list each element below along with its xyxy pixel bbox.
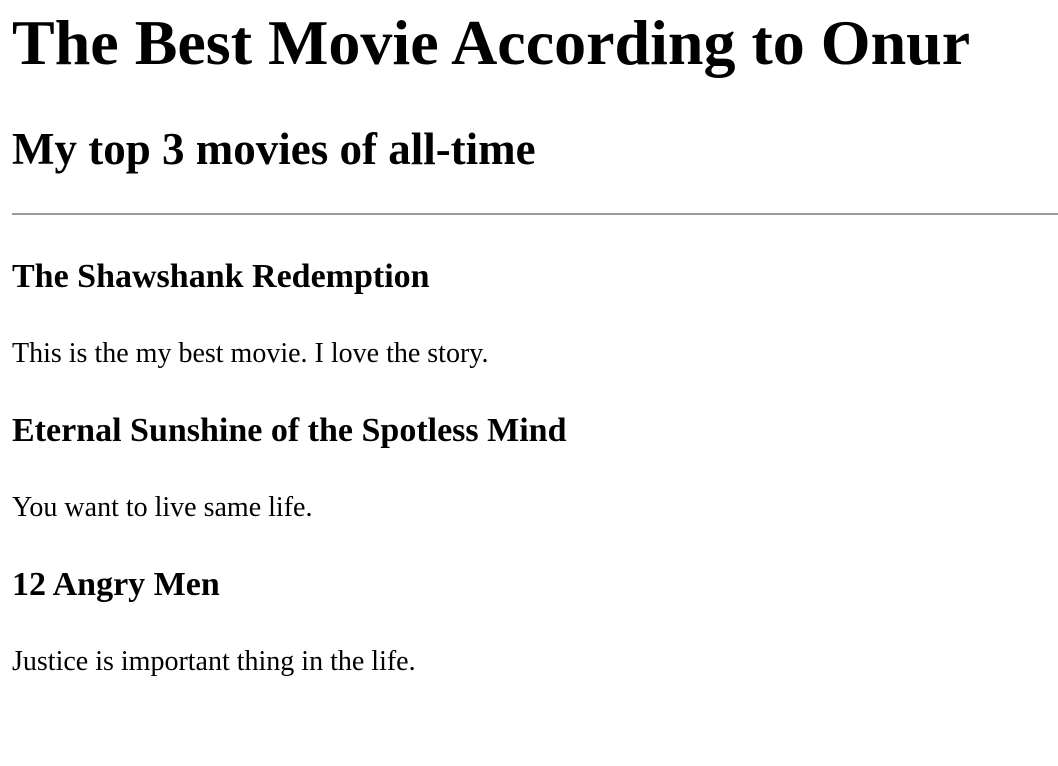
page-subtitle: My top 3 movies of all-time [12,124,536,174]
movie-description: Justice is important thing in the life. [12,646,416,677]
movie-title: Eternal Sunshine of the Spotless Mind [12,412,567,449]
movie-list: The Shawshank Redemption This is the my … [12,215,1058,679]
page-title: The Best Movie According to Onur [12,7,971,78]
movie-description: This is the my best movie. I love the st… [12,338,489,369]
movie-item: The Shawshank Redemption This is the my … [12,215,1058,371]
page: The Best Movie According to Onur My top … [0,0,1058,766]
movie-title: 12 Angry Men [12,566,220,603]
movie-description: You want to live same life. [12,492,313,523]
movie-item: Eternal Sunshine of the Spotless Mind Yo… [12,371,1058,525]
movie-item: 12 Angry Men Justice is important thing … [12,525,1058,679]
movie-title: The Shawshank Redemption [12,258,430,295]
